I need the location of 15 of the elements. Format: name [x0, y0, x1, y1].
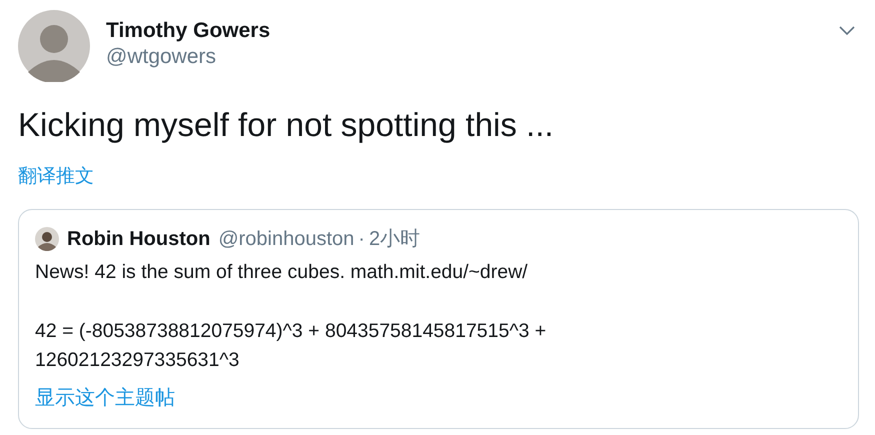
timestamp: 2小时 [368, 227, 420, 252]
avatar[interactable] [18, 10, 90, 82]
show-thread-link[interactable]: 显示这个主题帖 [35, 387, 175, 410]
author-handle: @robinhouston [218, 227, 354, 252]
tweet-text: Kicking myself for not spotting this ... [18, 105, 555, 145]
separator: · [358, 227, 365, 252]
tweet-text: News! 42 is the sum of three cubes. math.mit.edu/~drew/ [35, 260, 529, 286]
author-name: Robin Houston [67, 227, 210, 252]
translate-link[interactable]: 翻译推文 [18, 166, 94, 187]
chevron-down-icon[interactable] [839, 26, 855, 36]
tweet-text: 42 = (-80538738812075974)^3 + 80435758145817515^3 + 12602123297335631^3 [35, 319, 548, 374]
author-handle[interactable]: @wtgowers [106, 44, 839, 70]
avatar [35, 227, 59, 252]
quoted-tweet-card[interactable]: Robin Houston @robinhouston · 2小时 News! 42 is the sum of three cubes. math.mit.edu/~drew/ 42 = (-80538738812075974)^3 + 80435758145817515^3 + 12602123297335631^3 显示这个主题帖 [18, 209, 859, 430]
author-name[interactable]: Timothy Gowers [106, 18, 839, 44]
